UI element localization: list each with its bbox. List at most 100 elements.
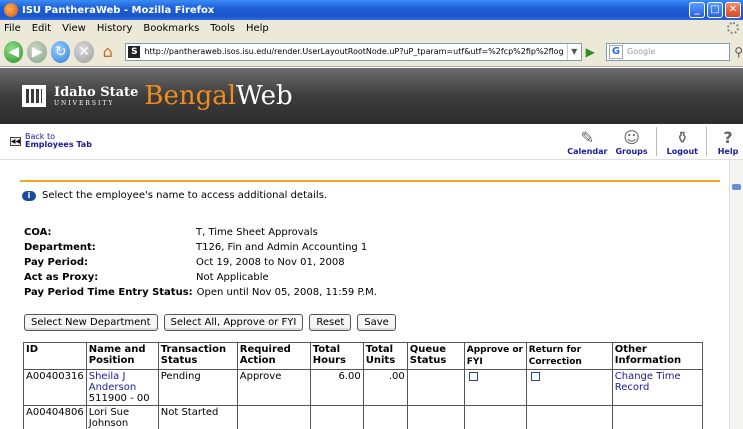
col-other-information: Other Information — [611, 342, 703, 370]
channel-header: ◀◀ Back to Employees Tab ✎ Calendar ☺ Gro… — [0, 124, 743, 160]
address-bar[interactable]: S http://pantheraweb.isos.isu.edu/render… — [125, 42, 582, 61]
history-dropdown-icon[interactable]: ▼ — [566, 43, 581, 60]
row-name-position: Sheila J Anderson 511900 - 00 — [85, 369, 159, 406]
help-link[interactable]: ? Help — [706, 127, 739, 156]
logout-link[interactable]: ⚱ Logout — [655, 127, 698, 156]
row-transaction-status: Not Started — [157, 405, 238, 429]
top-icon-links: ✎ Calendar ☺ Groups ⚱ Logout ? Help — [559, 127, 739, 156]
table-row: A00404806 Lori Sue Johnson Not Started — [23, 405, 703, 429]
save-button[interactable]: Save — [357, 314, 396, 331]
row-transaction-status: Pending — [157, 369, 238, 406]
row-queue-status — [406, 369, 465, 406]
return-checkbox[interactable] — [530, 372, 540, 381]
table-header-row: ID Name and Position Transaction Status … — [23, 342, 703, 370]
search-box[interactable]: G Google — [606, 42, 731, 61]
row-total-units: .00 — [362, 369, 408, 406]
site-banner: Idaho State UNIVERSITY BengalWeb — [0, 68, 743, 124]
scrollbar-thumb[interactable] — [732, 184, 741, 190]
row-required-action — [236, 405, 311, 429]
search-placeholder: Google — [627, 47, 656, 56]
isu-logo-icon — [22, 85, 46, 107]
approve-checkbox[interactable] — [468, 372, 478, 381]
reload-button[interactable]: ↻ — [50, 40, 71, 63]
row-total-units — [362, 405, 408, 429]
menu-help[interactable]: Help — [246, 23, 269, 34]
logout-icon: ⚱ — [675, 127, 690, 147]
address-url[interactable]: http://pantheraweb.isos.isu.edu/render.U… — [144, 47, 563, 56]
row-queue-status — [406, 405, 465, 429]
select-new-department-button[interactable]: Select New Department — [24, 314, 158, 331]
help-icon: ? — [723, 127, 733, 147]
home-button[interactable]: ⌂ — [98, 41, 117, 63]
calendar-icon: ✎ — [580, 127, 595, 147]
row-return-cell — [525, 369, 613, 406]
employee-name-link[interactable]: Sheila J Anderson — [89, 371, 136, 393]
minimize-button[interactable]: _ — [689, 2, 705, 18]
row-other-information: Change Time Record — [611, 369, 703, 406]
row-total-hours — [309, 405, 364, 429]
vertical-scrollbar[interactable] — [729, 160, 743, 429]
coa-label: COA: — [24, 227, 52, 238]
col-total-units: Total Units — [362, 342, 408, 370]
row-approve-cell — [463, 405, 527, 429]
proxy-value: Not Applicable — [196, 272, 269, 283]
search-icon[interactable]: ⚲ — [734, 45, 743, 59]
main-content: i Select the employee's name to access a… — [0, 160, 729, 429]
stop-button[interactable]: ✕ — [74, 40, 94, 63]
search-engine-icon[interactable]: G — [609, 44, 624, 59]
header-divider — [20, 180, 720, 182]
menu-bookmarks[interactable]: Bookmarks — [143, 23, 199, 34]
row-id: A00400316 — [23, 369, 87, 406]
site-favicon-icon: S — [128, 45, 141, 58]
row-total-hours: 6.00 — [309, 369, 364, 406]
firefox-icon — [4, 3, 18, 17]
row-approve-cell — [463, 369, 527, 406]
reset-button[interactable]: Reset — [309, 314, 352, 331]
col-approve-fyi: Approve or FYI — [463, 342, 527, 370]
pay-period-label: Pay Period: — [24, 257, 88, 268]
col-required-action: Required Action — [236, 342, 311, 370]
menu-history[interactable]: History — [97, 23, 133, 34]
window-controls: _ □ ✕ — [689, 2, 741, 18]
approval-details: COA: T, Time Sheet Approvals Department: T… — [24, 225, 377, 300]
menu-view[interactable]: View — [62, 23, 86, 34]
window-title-bar[interactable]: ISU PantheraWeb - Mozilla Firefox _ □ ✕ — [0, 0, 743, 20]
pay-period-value: Oct 19, 2008 to Nov 01, 2008 — [196, 257, 345, 268]
menu-edit[interactable]: Edit — [32, 23, 51, 34]
row-return-cell — [525, 405, 613, 429]
menu-bar: File Edit View History Bookmarks Tools H… — [0, 20, 743, 37]
forward-button[interactable]: ▶ — [27, 40, 47, 63]
row-id: A00404806 — [23, 405, 87, 429]
info-message: i Select the employee's name to access a… — [22, 190, 327, 201]
row-required-action: Approve — [236, 369, 311, 406]
row-other-information — [611, 405, 703, 429]
menu-file[interactable]: File — [4, 23, 21, 34]
bengalweb-logo: BengalWeb — [144, 81, 293, 111]
row-name-position: Lori Sue Johnson — [85, 405, 159, 429]
back-to-employees-link[interactable]: ◀◀ Back to Employees Tab — [10, 132, 92, 150]
info-icon: i — [22, 190, 36, 201]
col-name-position: Name and Position — [85, 342, 159, 370]
col-total-hours: Total Hours — [309, 342, 364, 370]
close-button[interactable]: ✕ — [725, 2, 741, 18]
employee-name[interactable]: Lori Sue Johnson — [89, 407, 129, 429]
window-title: ISU PantheraWeb - Mozilla Firefox — [22, 4, 215, 16]
menu-tools[interactable]: Tools — [210, 23, 235, 34]
maximize-button[interactable]: □ — [707, 2, 723, 18]
university-wordmark: Idaho State UNIVERSITY — [54, 84, 139, 107]
position-number: 511900 - 00 — [88, 393, 150, 404]
col-id[interactable]: ID — [23, 342, 87, 370]
col-transaction-status: Transaction Status — [157, 342, 238, 370]
back-button[interactable]: ◀ — [4, 40, 24, 63]
department-label: Department: — [24, 242, 96, 253]
coa-value: T, Time Sheet Approvals — [196, 227, 318, 238]
go-button[interactable]: ▶ — [586, 44, 598, 60]
back-arrow-icon: ◀◀ — [10, 136, 21, 146]
action-buttons: Select New Department Select All, Approv… — [24, 314, 396, 331]
change-time-record-link[interactable]: Change Time Record — [615, 371, 681, 393]
navigation-toolbar: ◀ ▶ ↻ ✕ ⌂ S http://pantheraweb.isos.isu.… — [0, 37, 743, 67]
calendar-link[interactable]: ✎ Calendar — [567, 127, 607, 157]
entry-status-label: Pay Period Time Entry Status: — [24, 287, 193, 298]
groups-link[interactable]: ☺ Groups — [615, 127, 647, 157]
select-all-approve-button[interactable]: Select All, Approve or FYI — [163, 314, 304, 331]
